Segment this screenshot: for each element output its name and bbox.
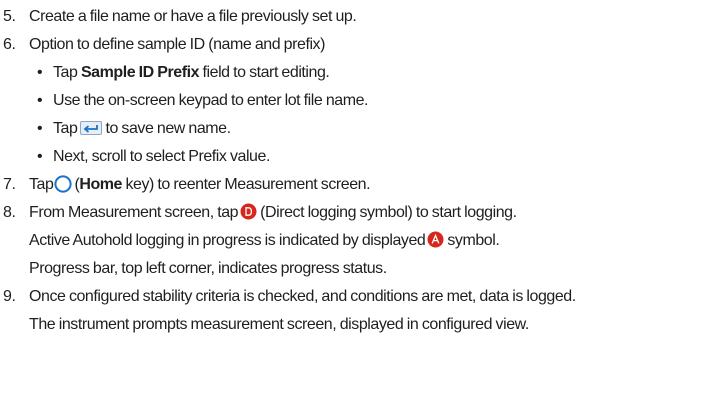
bullet-text: Use the on-screen keypad to enter lot fi… (53, 92, 369, 109)
step-6-bullet-4: • Next, scroll to select Prefix value. (0, 143, 716, 171)
bullet-text-pre: Tap (53, 64, 78, 81)
step-text-pre: From Measurement screen, tap (29, 204, 239, 221)
step-text-post: symbol. (447, 232, 500, 249)
step-text: Create a file name or have a file previo… (29, 8, 357, 25)
step-8-line-3: Progress bar, top left corner, indicates… (0, 255, 716, 283)
bullet-text: Next, scroll to select Prefix value. (53, 148, 270, 165)
bullet: • (37, 64, 43, 81)
step-7: 7. Tap (Home key) to reenter Measurement … (0, 171, 716, 199)
direct-logging-d-icon (240, 203, 257, 220)
step-6-bullet-3: • Tap to save new name. (0, 115, 716, 143)
step-6-bullet-2: • Use the on-screen keypad to enter lot … (0, 87, 716, 115)
sample-id-prefix-label: Sample ID Prefix (80, 64, 200, 81)
step-6: 6. Option to define sample ID (name and … (0, 31, 716, 59)
step-9-line-2: The instrument prompts measurement scree… (0, 311, 716, 339)
step-text-post: (Direct logging symbol) to start logging… (260, 204, 517, 221)
step-8: 8. From Measurement screen, tap (Direct l… (0, 199, 716, 227)
step-text: Option to define sample ID (name and pre… (29, 36, 325, 53)
autohold-a-icon (427, 231, 444, 248)
step-5: 5. Create a file name or have a file pre… (0, 3, 716, 31)
enter-arrow-key-icon (80, 120, 103, 135)
home-key-label: Home (79, 176, 122, 193)
step-text-pre: Active Autohold logging in progress is i… (29, 232, 426, 249)
bullet-text-pre: Tap (53, 120, 78, 137)
step-text-post: key) to reenter Measurement screen. (125, 176, 371, 193)
bullet: • (37, 148, 43, 165)
step-text: Progress bar, top left corner, indicates… (29, 260, 387, 277)
bullet-text-post: field to start editing. (202, 64, 330, 81)
bullet: • (37, 92, 43, 109)
step-6-bullet-1: • Tap Sample ID Prefix field to start ed… (0, 59, 716, 87)
bullet: • (37, 120, 43, 137)
step-text-pre: Tap (29, 176, 54, 193)
step-number: 6. (3, 36, 16, 53)
step-8-line-2: Active Autohold logging in progress is i… (0, 227, 716, 255)
step-number: 8. (3, 204, 16, 221)
step-number: 7. (3, 176, 16, 193)
step-text: Once configured stability criteria is ch… (29, 288, 576, 305)
home-circle-icon (54, 175, 73, 193)
instructions-page: 5. Create a file name or have a file pre… (0, 0, 716, 409)
step-number: 9. (3, 288, 16, 305)
step-number: 5. (3, 8, 16, 25)
bullet-text-post: to save new name. (105, 120, 231, 137)
step-9: 9. Once configured stability criteria is… (0, 283, 716, 311)
step-text: The instrument prompts measurement scree… (29, 316, 529, 333)
